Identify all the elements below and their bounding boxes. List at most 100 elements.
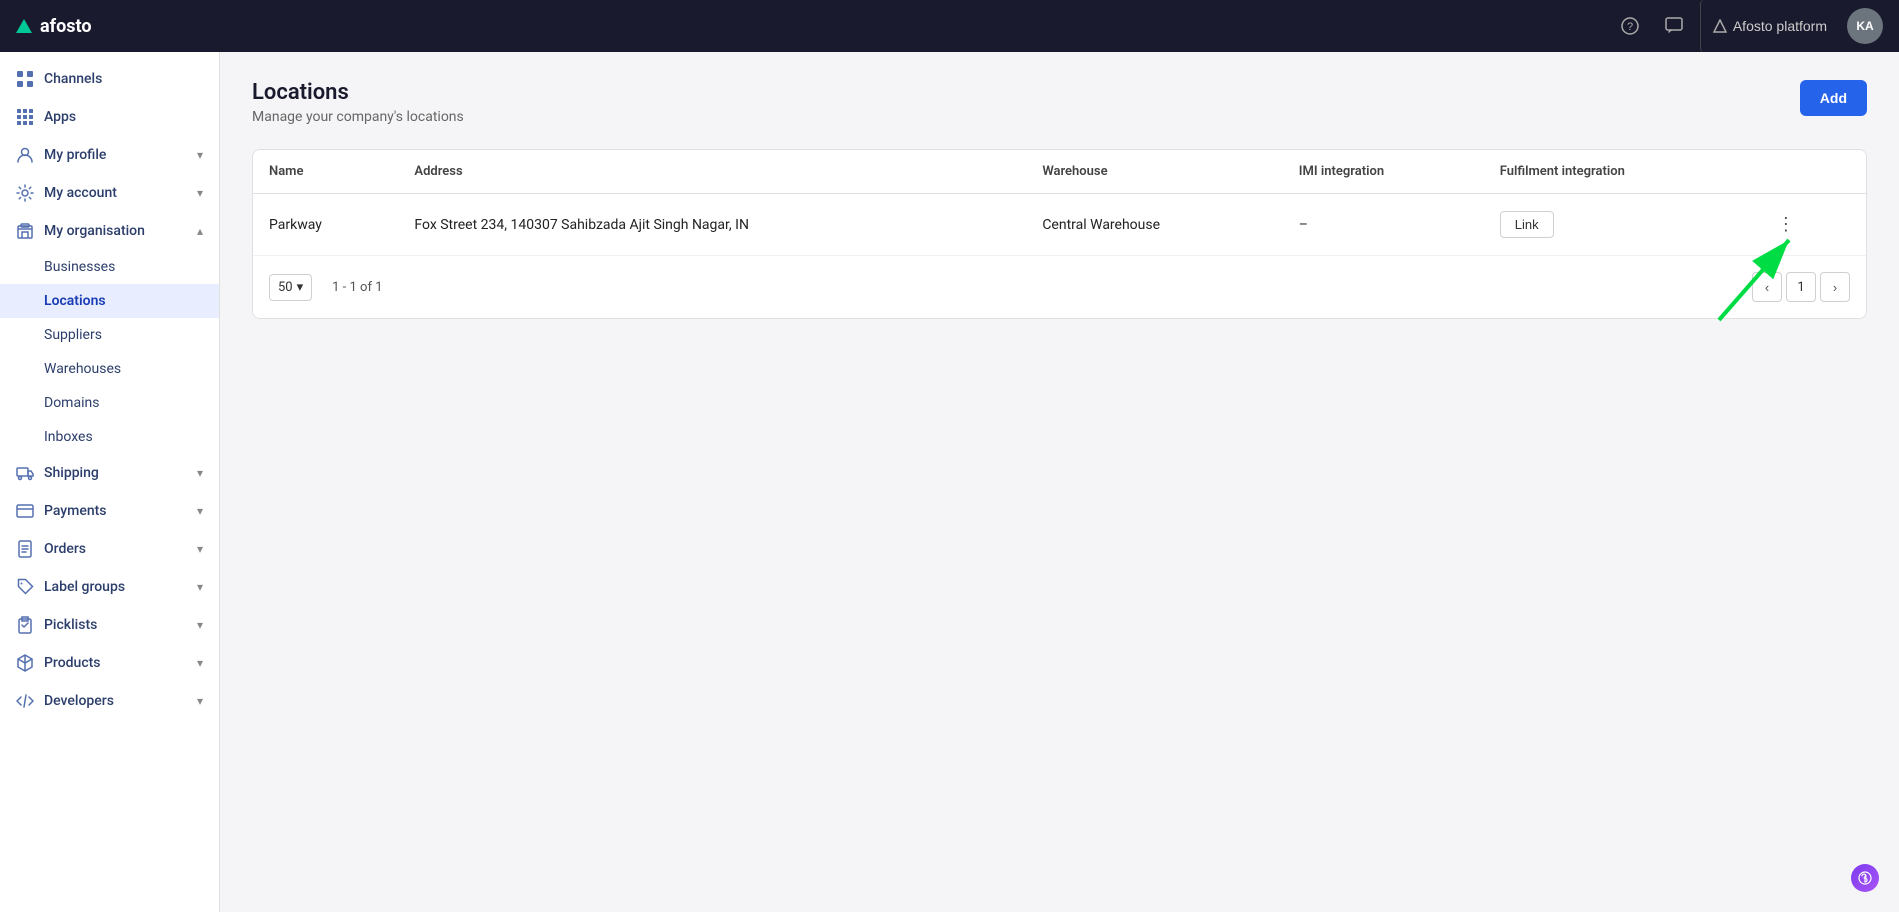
per-page-select[interactable]: 50 ▾ <box>269 274 312 301</box>
sidebar: Channels Apps My profile ▾ My account ▾ … <box>0 52 220 912</box>
sidebar-label-products: Products <box>44 655 101 671</box>
chevron-icon: ▾ <box>197 148 203 162</box>
code-icon <box>16 692 34 710</box>
sidebar-item-label-groups[interactable]: Label groups ▾ <box>0 568 219 606</box>
grid-icon <box>16 70 34 88</box>
main-content: Locations Manage your company's location… <box>220 52 1899 912</box>
next-page-button[interactable]: › <box>1820 272 1850 302</box>
cell-address: Fox Street 234, 140307 Sahibzada Ajit Si… <box>398 194 1026 256</box>
chat-button[interactable] <box>1656 8 1692 44</box>
sidebar-item-domains[interactable]: Domains <box>0 386 219 420</box>
chevron-icon: ▾ <box>197 504 203 518</box>
apps-icon <box>16 108 34 126</box>
pagination-row: 50 ▾ 1 - 1 of 1 ‹ 1 › <box>253 255 1866 318</box>
page-title: Locations <box>252 80 464 105</box>
page-subtitle: Manage your company's locations <box>252 109 464 125</box>
sidebar-label-my-organisation: My organisation <box>44 223 145 239</box>
cell-warehouse: Central Warehouse <box>1026 194 1282 256</box>
sidebar-item-my-organisation[interactable]: My organisation ▴ <box>0 212 219 250</box>
logo-icon <box>16 19 32 33</box>
sidebar-item-orders[interactable]: Orders ▾ <box>0 530 219 568</box>
sidebar-label-inboxes: Inboxes <box>44 429 93 445</box>
gear-icon <box>16 184 34 202</box>
sidebar-label-locations: Locations <box>44 293 106 309</box>
chevron-icon: ▾ <box>197 618 203 632</box>
col-warehouse: Warehouse <box>1026 150 1282 194</box>
sidebar-item-businesses[interactable]: Businesses <box>0 250 219 284</box>
brain-icon <box>1851 864 1879 892</box>
sidebar-item-picklists[interactable]: Picklists ▾ <box>0 606 219 644</box>
sidebar-item-my-account[interactable]: My account ▾ <box>0 174 219 212</box>
logo-text: afosto <box>40 16 92 37</box>
sidebar-label-label-groups: Label groups <box>44 579 125 595</box>
sidebar-label-domains: Domains <box>44 395 99 411</box>
sidebar-label-my-profile: My profile <box>44 147 106 163</box>
sidebar-label-suppliers: Suppliers <box>44 327 102 343</box>
avatar-initials: KA <box>1856 19 1873 33</box>
add-button[interactable]: Add <box>1800 80 1867 116</box>
cell-imi: – <box>1283 194 1484 256</box>
card-icon <box>16 502 34 520</box>
sidebar-item-shipping[interactable]: Shipping ▾ <box>0 454 219 492</box>
platform-button[interactable]: Afosto platform <box>1700 0 1839 52</box>
page-info: 1 - 1 of 1 <box>332 280 382 295</box>
chevron-up-icon: ▴ <box>197 224 203 238</box>
sidebar-label-my-account: My account <box>44 185 117 201</box>
building-icon <box>16 222 34 240</box>
sidebar-label-apps: Apps <box>44 109 76 125</box>
logo[interactable]: afosto <box>16 16 92 37</box>
brain-button[interactable] <box>1851 864 1879 892</box>
platform-label: Afosto platform <box>1733 18 1827 34</box>
truck-icon <box>16 464 34 482</box>
sidebar-item-payments[interactable]: Payments ▾ <box>0 492 219 530</box>
sidebar-item-my-profile[interactable]: My profile ▾ <box>0 136 219 174</box>
sidebar-label-picklists: Picklists <box>44 617 97 633</box>
sidebar-item-products[interactable]: Products ▾ <box>0 644 219 682</box>
cell-more: ⋮ <box>1753 194 1866 256</box>
chevron-icon: ▾ <box>197 656 203 670</box>
sidebar-label-developers: Developers <box>44 693 114 709</box>
table-header-row: Name Address Warehouse IMI integration F… <box>253 150 1866 194</box>
topbar-left: afosto <box>16 16 92 37</box>
chevron-icon: ▾ <box>197 580 203 594</box>
box-icon <box>16 654 34 672</box>
page-nav: ‹ 1 › <box>1752 272 1850 302</box>
link-button[interactable]: Link <box>1500 211 1554 238</box>
col-address: Address <box>398 150 1026 194</box>
sidebar-label-payments: Payments <box>44 503 107 519</box>
sidebar-item-inboxes[interactable]: Inboxes <box>0 420 219 454</box>
table-row: Parkway Fox Street 234, 140307 Sahibzada… <box>253 194 1866 256</box>
locations-table-container: Name Address Warehouse IMI integration F… <box>252 149 1867 319</box>
sidebar-item-suppliers[interactable]: Suppliers <box>0 318 219 352</box>
col-imi: IMI integration <box>1283 150 1484 194</box>
locations-table: Name Address Warehouse IMI integration F… <box>253 150 1866 255</box>
sidebar-item-developers[interactable]: Developers ▾ <box>0 682 219 720</box>
sidebar-item-locations[interactable]: Locations <box>0 284 219 318</box>
topbar: afosto ? Afosto platform KA <box>0 0 1899 52</box>
chevron-icon: ▾ <box>197 186 203 200</box>
chevron-icon: ▾ <box>197 542 203 556</box>
col-fulfilment: Fulfilment integration <box>1484 150 1753 194</box>
sidebar-item-apps[interactable]: Apps <box>0 98 219 136</box>
doc-icon <box>16 540 34 558</box>
svg-text:?: ? <box>1627 21 1633 33</box>
chevron-icon: ▾ <box>197 694 203 708</box>
sidebar-item-channels[interactable]: Channels <box>0 60 219 98</box>
prev-page-button[interactable]: ‹ <box>1752 272 1782 302</box>
page-header-text: Locations Manage your company's location… <box>252 80 464 125</box>
sidebar-label-orders: Orders <box>44 541 86 557</box>
more-options-button[interactable]: ⋮ <box>1769 210 1803 239</box>
sidebar-label-warehouses: Warehouses <box>44 361 121 377</box>
cell-name: Parkway <box>253 194 398 256</box>
fulfilment-cell-content: Link <box>1500 211 1737 238</box>
sidebar-label-shipping: Shipping <box>44 465 99 481</box>
person-icon <box>16 146 34 164</box>
sidebar-item-warehouses[interactable]: Warehouses <box>0 352 219 386</box>
help-button[interactable]: ? <box>1612 8 1648 44</box>
col-actions <box>1753 150 1866 194</box>
page-number: 1 <box>1786 272 1816 302</box>
chevron-icon: ▾ <box>197 466 203 480</box>
cell-fulfilment: Link <box>1484 194 1753 256</box>
avatar-button[interactable]: KA <box>1847 8 1883 44</box>
dropdown-arrow-icon: ▾ <box>297 280 304 295</box>
